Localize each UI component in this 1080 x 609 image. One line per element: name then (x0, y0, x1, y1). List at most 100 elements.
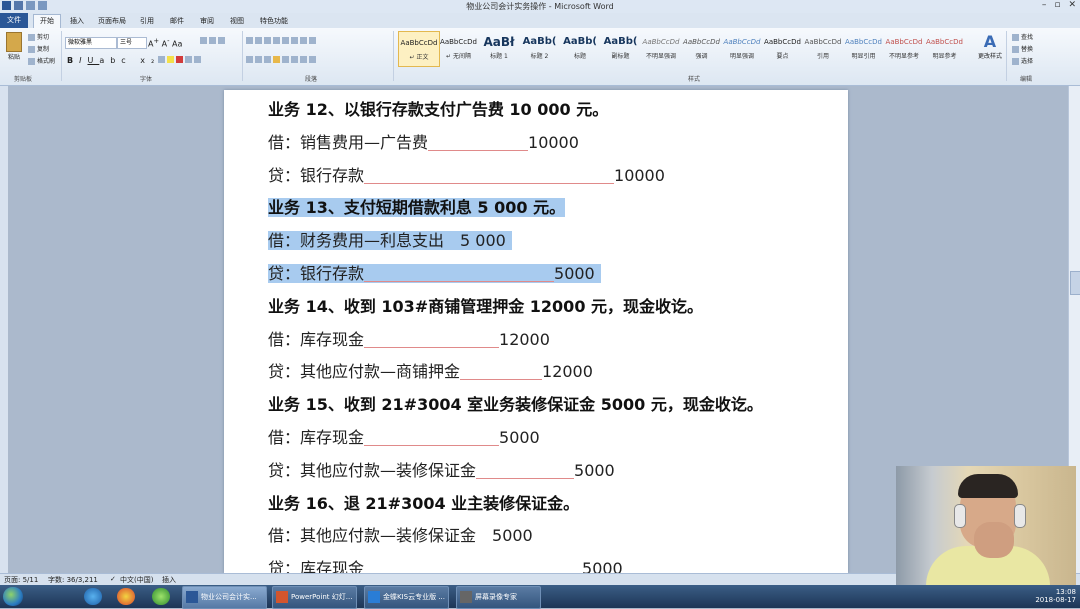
taskbar-item-recorder[interactable]: 屏幕录像专家 (456, 586, 541, 609)
transaction-heading[interactable]: 业务 13、支付短期借款利息 5 000 元。 (268, 197, 566, 219)
change-styles-button[interactable]: A 更改样式 (976, 32, 1004, 60)
journal-entry-line[interactable]: 贷：其他应付款—装修保证金 5000 (268, 460, 615, 482)
tab-insert[interactable]: 插入 (70, 15, 84, 28)
language-indicator[interactable]: 中文(中国) (120, 575, 153, 585)
tab-features[interactable]: 特色功能 (260, 15, 288, 28)
transaction-heading[interactable]: 业务 12、以银行存款支付广告费 10 000 元。 (268, 99, 608, 121)
style-item[interactable]: AaBbCcDd 明显参考 (925, 31, 965, 65)
scrollbar-thumb[interactable] (1070, 271, 1080, 295)
document-page[interactable]: 业务 12、以银行存款支付广告费 10 000 元。 借：销售费用—广告费 1000… (224, 90, 848, 573)
list-buttons[interactable] (246, 37, 318, 44)
journal-entry-line[interactable]: 贷：库存现金 5000 (268, 558, 623, 573)
style-item[interactable]: AaBb(副标题 (601, 31, 641, 65)
text-effect-icon (158, 56, 165, 63)
tab-mailings[interactable]: 邮件 (170, 15, 184, 28)
journal-entry-line[interactable]: 借：其他应付款—装修保证金 5000 (268, 525, 533, 547)
entry-content: 贷：银行存款 10000 (268, 166, 665, 185)
amount-value: 10000 (528, 132, 579, 152)
style-preview: AaBbCcDd (683, 38, 720, 46)
style-preview: AaBł (483, 35, 515, 49)
journal-entry-line[interactable]: 借：财务费用—利息支出 5 000 (268, 230, 512, 252)
entry-content: 贷：其他应付款—商铺押金 12000 (268, 362, 593, 381)
account-name: 贷：其他应付款—装修保证金 (268, 460, 477, 480)
font-size-select[interactable]: 三号 (117, 37, 147, 49)
insert-mode[interactable]: 插入 (162, 575, 176, 585)
style-item[interactable]: AaBbCcDd 引用 (803, 31, 843, 65)
paste-button[interactable]: 粘贴 (5, 32, 23, 61)
style-name: ↵ 无间隔 (446, 53, 471, 60)
char-shading-icon (185, 56, 192, 63)
grow-font-button[interactable]: A+ A- Aa (148, 37, 182, 49)
start-button[interactable] (3, 587, 23, 606)
cut-button[interactable]: 剪切 (28, 32, 49, 41)
ie-icon[interactable] (84, 588, 102, 605)
align-center-icon (255, 56, 262, 63)
borders-icon (309, 56, 316, 63)
style-name: 明显强调 (729, 53, 754, 60)
style-item[interactable]: AaBbCcDd 强调 (682, 31, 722, 65)
amount-value: 5000 (499, 428, 540, 447)
webcam-overlay (896, 466, 1076, 585)
taskbar-item-word[interactable]: 物业公司会计实... (182, 586, 267, 609)
style-item[interactable]: AaBł 标题 1 (479, 31, 519, 65)
style-item[interactable]: AaBb(标题 2 (520, 31, 560, 65)
select-button[interactable]: 选择 (1012, 56, 1033, 65)
style-name: 要点 (776, 53, 789, 60)
align-buttons[interactable] (246, 56, 318, 63)
proofing-icon[interactable]: ✓ (110, 575, 116, 583)
taskbar-item-powerpoint[interactable]: PowerPoint 幻灯... (272, 586, 357, 609)
taskbar-item-kingdee[interactable]: 金蝶KIS云专业版 ... (364, 586, 449, 609)
style-item[interactable]: AaBbCcDd 不明显强调 (641, 31, 681, 65)
chrome-icon[interactable] (117, 588, 135, 605)
style-item[interactable]: AaBbCcDd 要点 (763, 31, 803, 65)
style-item[interactable]: AaBbCcDd 不明显参考 (884, 31, 924, 65)
word-count[interactable]: 字数: 36/3,211 (48, 575, 98, 585)
journal-entry-line[interactable]: 借：销售费用—广告费 10000 (268, 132, 579, 154)
replace-button[interactable]: 替换 (1012, 44, 1033, 53)
ribbon: 粘贴 剪切 复制 格式刷 剪贴板 微软雅黑 三号 A+ A- Aa BIUabc… (0, 28, 1080, 86)
system-tray[interactable]: 13:08 2018-08-17 (1035, 588, 1076, 604)
style-name: 副标题 (611, 53, 630, 60)
journal-entry-line[interactable]: 借：库存现金 5000 (268, 427, 540, 449)
transaction-heading[interactable]: 业务 14、收到 103#商铺管理押金 12000 元，现金收讫。 (268, 296, 703, 318)
maximize-icon[interactable]: ▫ (1054, 0, 1060, 10)
transaction-heading[interactable]: 业务 15、收到 21#3004 室业务装修保证金 5000 元，现金收讫。 (268, 394, 763, 416)
tab-references[interactable]: 引用 (140, 15, 154, 28)
close-icon[interactable]: ✕ (1068, 0, 1076, 10)
style-item[interactable]: AaBbCcDd ↵ 正文 (398, 31, 440, 67)
tab-file[interactable]: 文件 (0, 13, 28, 28)
tab-view[interactable]: 视图 (230, 15, 244, 28)
entry-content: 贷：其他应付款—装修保证金 5000 (268, 461, 615, 480)
tab-home[interactable]: 开始 (33, 14, 61, 29)
font-name-select[interactable]: 微软雅黑 (65, 37, 117, 49)
copy-button[interactable]: 复制 (28, 44, 49, 53)
style-item[interactable]: AaBbCcDd ↵ 无间隔 (439, 31, 479, 65)
page-count[interactable]: 页面: 5/11 (4, 575, 38, 585)
browser-icon[interactable] (152, 588, 170, 605)
journal-entry-line[interactable]: 贷：银行存款 5000 (268, 263, 601, 285)
transaction-heading[interactable]: 业务 16、退 21#3004 业主装修保证金。 (268, 493, 579, 515)
account-name: 借：销售费用—广告费 (268, 132, 429, 152)
account-name: 借：库存现金 (268, 329, 365, 349)
font-color-icon (176, 56, 183, 63)
style-item[interactable]: AaBbCcDd 明显引用 (844, 31, 884, 65)
clear-format-button[interactable] (200, 37, 227, 44)
format-painter-button[interactable]: 格式刷 (28, 56, 55, 65)
journal-entry-line[interactable]: 贷：其他应付款—商铺押金 12000 (268, 361, 593, 383)
entry-content: 借：库存现金 12000 (268, 330, 550, 349)
text-effects-button[interactable] (158, 56, 203, 63)
journal-entry-line[interactable]: 贷：银行存款 10000 (268, 165, 665, 187)
tab-review[interactable]: 审阅 (200, 15, 214, 28)
show-marks-icon (309, 37, 316, 44)
minimize-icon[interactable]: – (1042, 0, 1047, 10)
style-item[interactable]: AaBb(标题 (560, 31, 600, 65)
journal-entry-line[interactable]: 借：库存现金 12000 (268, 329, 550, 351)
presenter-hand (974, 522, 1014, 558)
style-preview: AaBbCcDd (642, 38, 680, 46)
style-name: 标题 (573, 53, 586, 60)
find-button[interactable]: 查找 (1012, 32, 1033, 41)
sort-icon (300, 37, 307, 44)
separator (1006, 31, 1007, 81)
style-item[interactable]: AaBbCcDd 明显强调 (722, 31, 762, 65)
tab-page-layout[interactable]: 页面布局 (98, 15, 126, 28)
